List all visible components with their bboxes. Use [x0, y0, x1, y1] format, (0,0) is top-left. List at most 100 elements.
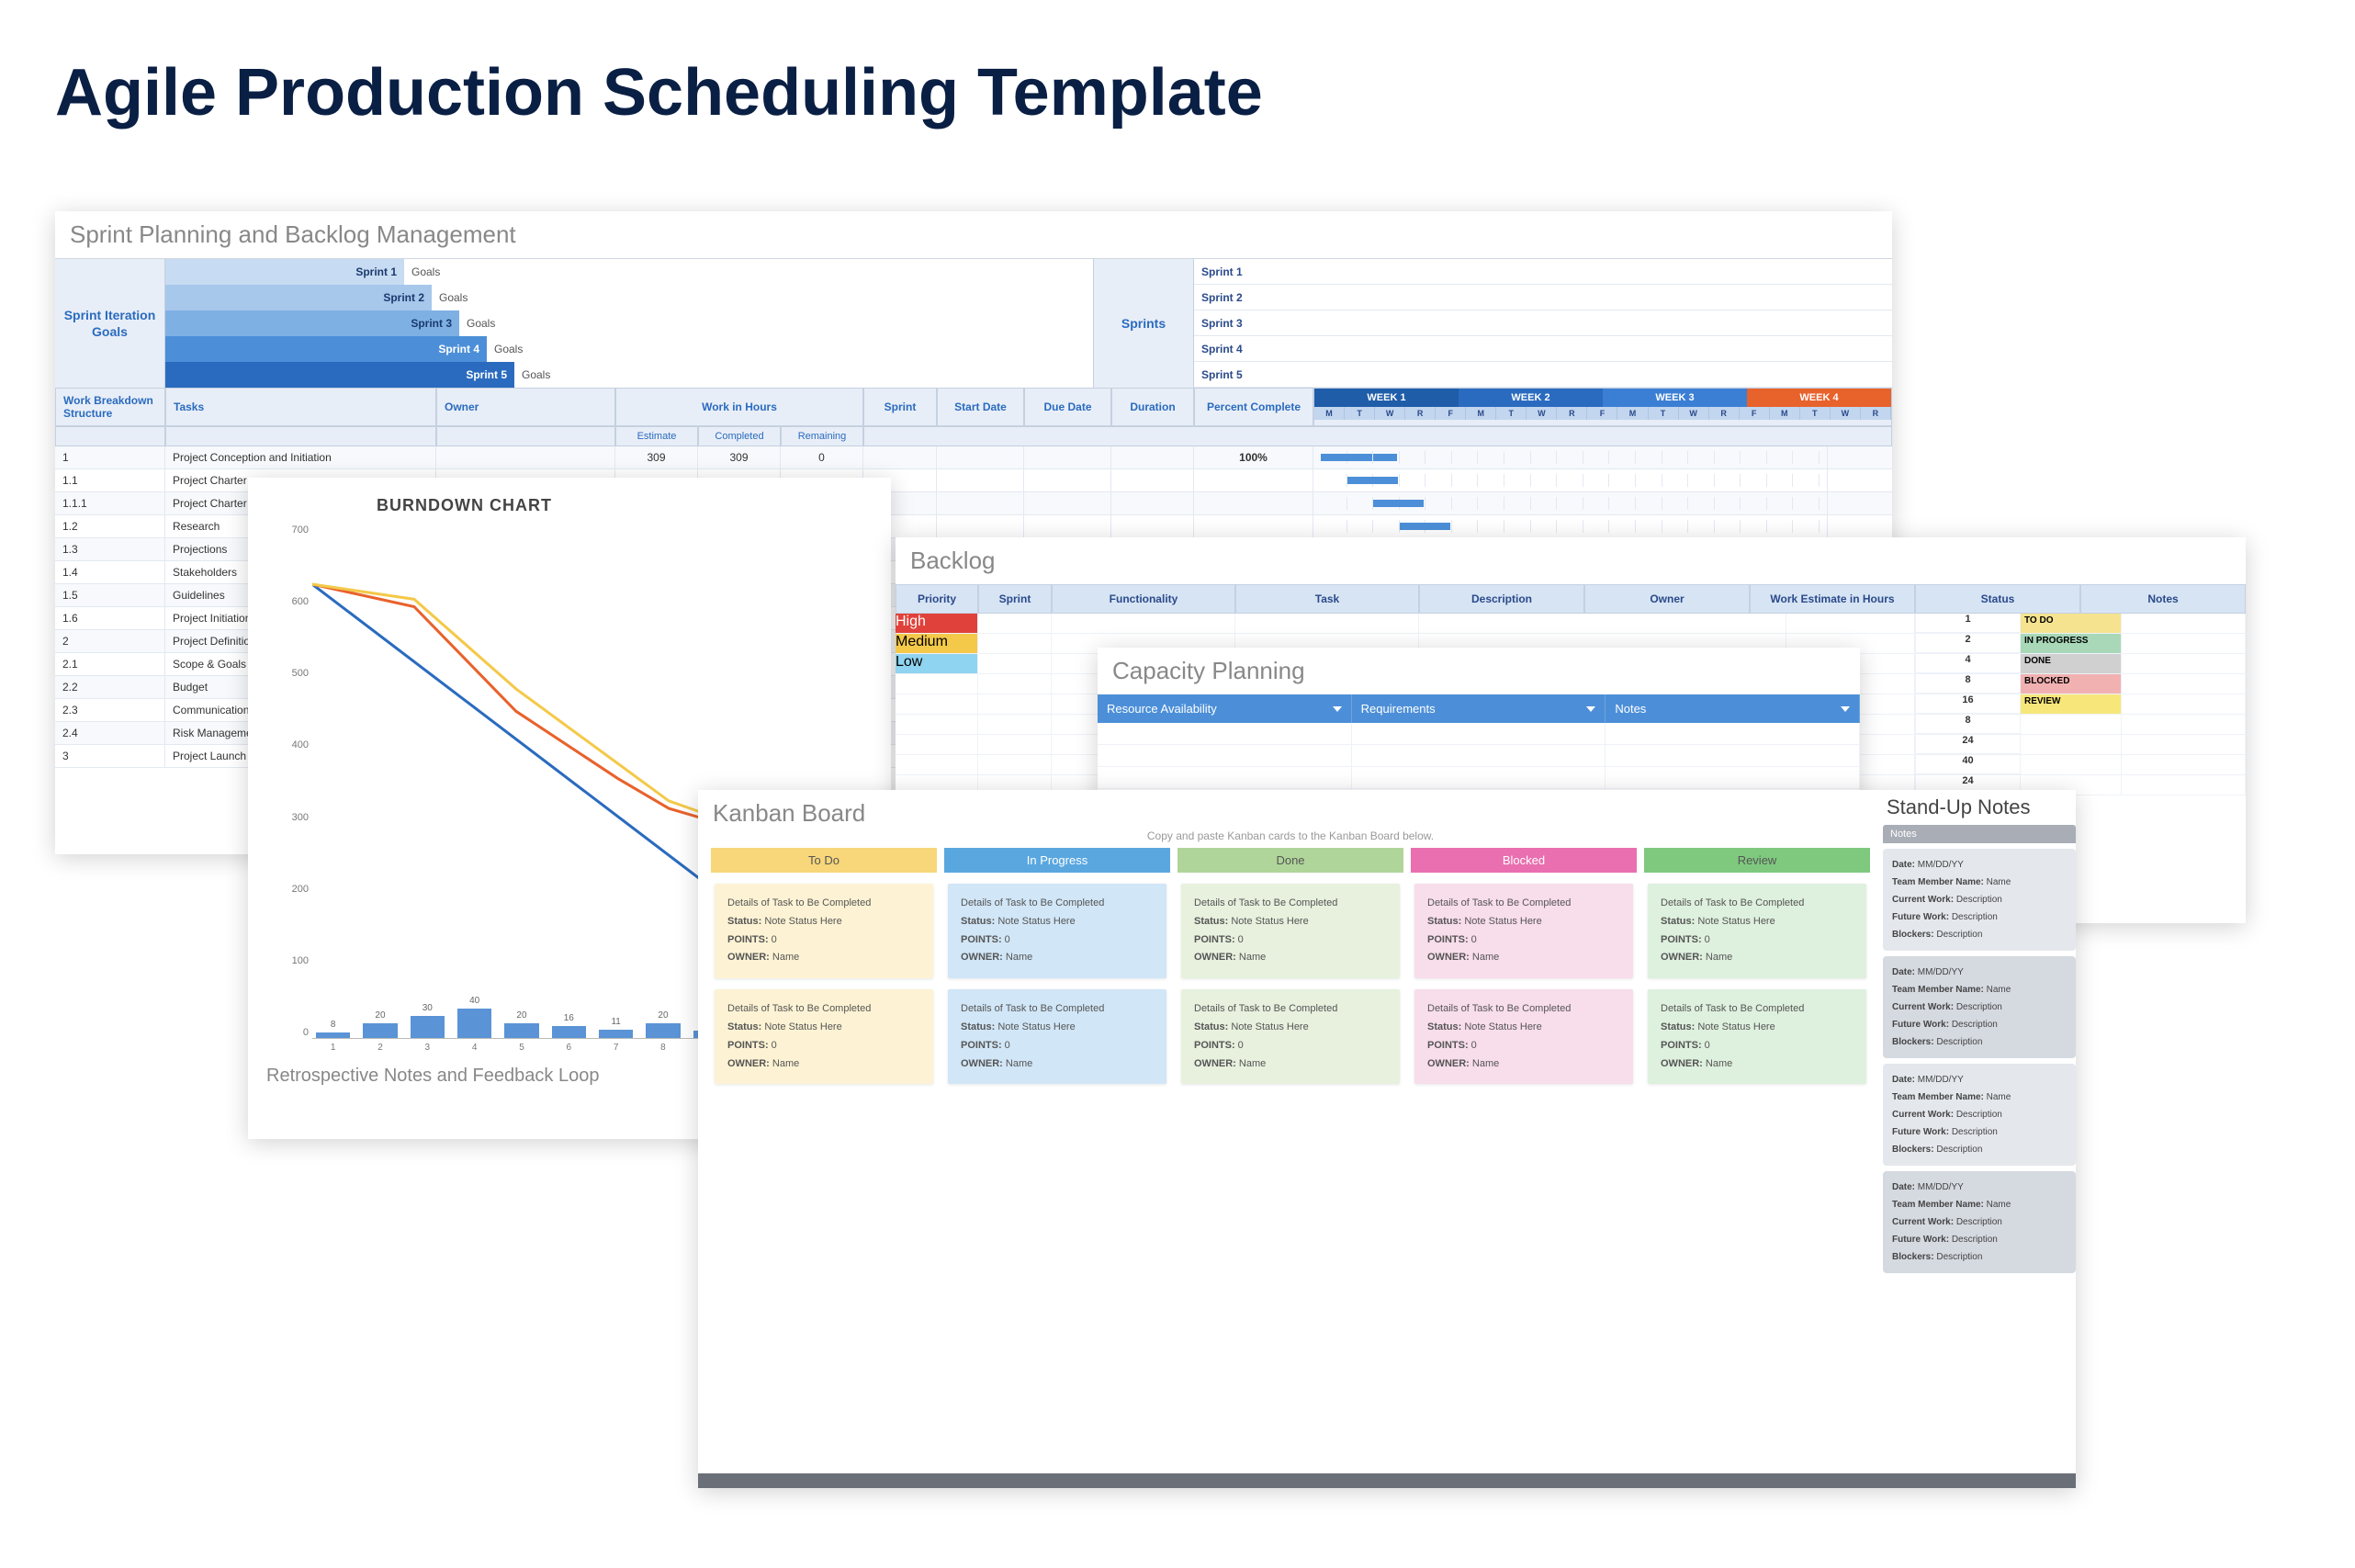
notes-label: Notes [1883, 825, 2076, 843]
day-header: F [1740, 407, 1770, 420]
x-tick: 2 [363, 1043, 397, 1053]
page-title: Agile Production Scheduling Template [55, 55, 2300, 130]
wbs-header: Work Breakdown Structure [55, 388, 165, 426]
duration-header: Duration [1111, 388, 1194, 426]
bar: 40 [457, 996, 491, 1038]
sprint-goal-row: Sprint 2 Goals [165, 285, 1093, 310]
x-tick: 8 [646, 1043, 680, 1053]
sprint-goal-row: Sprint 5 Goals [165, 362, 1093, 388]
day-header: R [1861, 407, 1891, 420]
sprint-panel-title: Sprint Planning and Backlog Management [55, 211, 1892, 258]
backlog-header: Description [1419, 584, 1584, 614]
backlog-header: Functionality [1052, 584, 1235, 614]
standup-note[interactable]: Date: MM/DD/YYTeam Member Name: NameCurr… [1883, 1064, 2076, 1166]
kanban-card[interactable]: Details of Task to Be Completed Status: … [1181, 989, 1400, 1084]
day-header: F [1587, 407, 1617, 420]
week-header: WEEK 2 [1459, 389, 1603, 407]
week-header: WEEK 3 [1603, 389, 1747, 407]
standup-title: Stand-Up Notes [1883, 790, 2076, 825]
sprint-bar: Sprint 5 [165, 362, 514, 388]
sprint-bar: Sprint 2 [165, 285, 432, 310]
y-tick: 100 [276, 955, 309, 966]
kanban-column: In Progress Details of Task to Be Comple… [944, 848, 1170, 1095]
sprints-label: Sprints [1093, 259, 1194, 388]
backlog-row[interactable]: High 1 TO DO [896, 614, 2246, 634]
capacity-col-header[interactable]: Resource Availability [1098, 694, 1352, 723]
x-tick: 7 [599, 1043, 633, 1053]
dropdown-icon[interactable] [1841, 706, 1850, 712]
standup-note[interactable]: Date: MM/DD/YYTeam Member Name: NameCurr… [1883, 1171, 2076, 1273]
day-header: M [1770, 407, 1800, 420]
sprint-goal-text: Goals [514, 368, 550, 381]
kanban-col-header: Done [1178, 848, 1403, 873]
completed-header: Completed [698, 426, 781, 446]
kanban-column: Review Details of Task to Be Completed S… [1644, 848, 1870, 1095]
kanban-column: Done Details of Task to Be Completed Sta… [1178, 848, 1403, 1095]
kanban-card[interactable]: Details of Task to Be Completed Status: … [1414, 989, 1633, 1084]
capacity-panel: Capacity Planning Resource AvailabilityR… [1098, 648, 1860, 813]
tasks-header: Tasks [165, 388, 436, 426]
kanban-card[interactable]: Details of Task to Be Completed Status: … [948, 989, 1166, 1084]
day-header: W [1375, 407, 1405, 420]
kanban-column: Blocked Details of Task to Be Completed … [1411, 848, 1637, 1095]
sprint-bar: Sprint 4 [165, 336, 487, 362]
backlog-header: Notes [2080, 584, 2246, 614]
kanban-card[interactable]: Details of Task to Be Completed Status: … [1181, 884, 1400, 978]
y-tick: 200 [276, 884, 309, 895]
dropdown-icon[interactable] [1333, 706, 1342, 712]
capacity-col-header[interactable]: Requirements [1352, 694, 1606, 723]
day-header: T [1345, 407, 1375, 420]
day-header: R [1557, 407, 1587, 420]
kanban-card[interactable]: Details of Task to Be Completed Status: … [1648, 989, 1866, 1084]
sprint-header: Sprint [863, 388, 937, 426]
bar: 8 [316, 1020, 350, 1038]
kanban-card[interactable]: Details of Task to Be Completed Status: … [715, 989, 933, 1084]
standup-note[interactable]: Date: MM/DD/YYTeam Member Name: NameCurr… [1883, 956, 2076, 1058]
sprint-label: Sprint 5 [1194, 362, 1892, 388]
wih-header: Work in Hours [615, 388, 863, 426]
y-tick: 500 [276, 668, 309, 679]
x-tick: 4 [457, 1043, 491, 1053]
sprint-goal-row: Sprint 3 Goals [165, 310, 1093, 336]
kanban-col-header: Blocked [1411, 848, 1637, 873]
x-tick: 3 [411, 1043, 445, 1053]
bar: 30 [411, 1003, 445, 1038]
kanban-card[interactable]: Details of Task to Be Completed Status: … [948, 884, 1166, 978]
backlog-header: Sprint [978, 584, 1052, 614]
kanban-panel: Kanban Board Copy and paste Kanban cards… [698, 790, 2076, 1488]
backlog-header: Priority [896, 584, 978, 614]
burndown-title: BURNDOWN CHART [248, 478, 891, 525]
sprint-label: Sprint 4 [1194, 336, 1892, 362]
bar: 20 [646, 1010, 680, 1038]
x-tick: 6 [552, 1043, 586, 1053]
kanban-card[interactable]: Details of Task to Be Completed Status: … [715, 884, 933, 978]
week-header: WEEK 4 [1747, 389, 1891, 407]
kanban-column: To Do Details of Task to Be Completed St… [711, 848, 937, 1095]
backlog-header: Work Estimate in Hours [1750, 584, 1915, 614]
sprint-label: Sprint 3 [1194, 310, 1892, 336]
y-tick: 700 [276, 525, 309, 536]
kanban-col-header: In Progress [944, 848, 1170, 873]
day-header: M [1314, 407, 1345, 420]
standup-section: Stand-Up Notes Notes Date: MM/DD/YYTeam … [1883, 790, 2076, 1273]
capacity-col-header[interactable]: Notes [1606, 694, 1860, 723]
day-header: T [1649, 407, 1679, 420]
kanban-card[interactable]: Details of Task to Be Completed Status: … [1648, 884, 1866, 978]
kanban-card[interactable]: Details of Task to Be Completed Status: … [1414, 884, 1633, 978]
day-header: M [1466, 407, 1496, 420]
bar: 20 [363, 1010, 397, 1038]
standup-note[interactable]: Date: MM/DD/YYTeam Member Name: NameCurr… [1883, 849, 2076, 951]
backlog-header: Owner [1584, 584, 1750, 614]
sprint-goal-text: Goals [487, 343, 523, 355]
day-header: R [1709, 407, 1740, 420]
sprint-bar: Sprint 3 [165, 310, 459, 336]
y-tick: 600 [276, 596, 309, 607]
backlog-header: Status [1915, 584, 2080, 614]
kanban-footer-bar [698, 1473, 2076, 1488]
bar: 20 [504, 1010, 538, 1038]
dropdown-icon[interactable] [1586, 706, 1595, 712]
day-header: T [1800, 407, 1831, 420]
x-tick: 5 [504, 1043, 538, 1053]
remaining-header: Remaining [781, 426, 863, 446]
wbs-row[interactable]: 1 Project Conception and Initiation 309 … [55, 446, 1892, 469]
